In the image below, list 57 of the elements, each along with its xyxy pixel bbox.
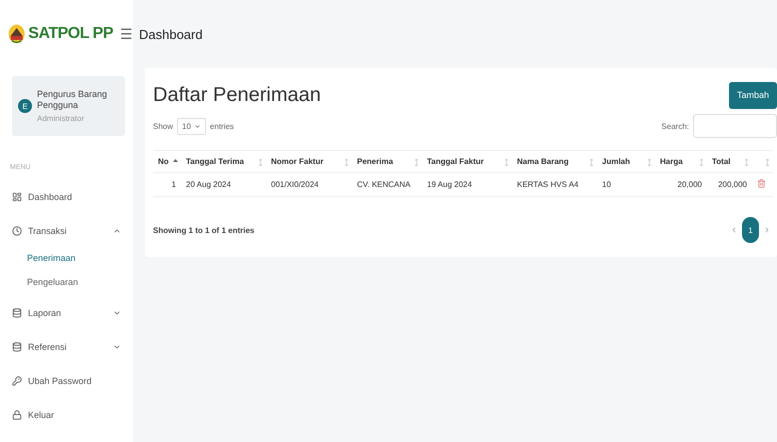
nav-item[interactable]: Referensi [0,339,133,355]
delete-icon[interactable] [757,179,766,188]
column-header[interactable]: Nomor Faktur [271,157,324,166]
nav-subitem[interactable]: Penerimaan [0,253,133,263]
table-cell: 200,000 [718,180,747,189]
add-button[interactable]: Tambah [728,82,777,108]
card-title: Daftar Penerimaan [153,84,321,106]
column-header[interactable]: Tanggal Faktur [427,157,484,166]
user-name: Pengurus Barang Pengguna [37,89,108,111]
brand-name: SATPOL PP [28,25,113,43]
entries-label: entries [210,122,234,130]
table-cell: 20,000 [678,180,702,189]
nav-label: Referensi [28,342,68,352]
column-header[interactable]: Penerima [357,157,394,166]
column-header[interactable]: Harga [660,157,683,166]
table-cell: 10 [602,180,611,189]
nav-item[interactable]: Transaksi [0,223,133,239]
column-header[interactable]: Total [712,157,731,166]
dashboard-icon [12,192,22,202]
key-icon [12,376,22,386]
column-header[interactable]: No [158,157,169,166]
nav-item[interactable]: Keluar [0,407,133,423]
table-cell: 1 [172,180,176,189]
nav-item[interactable]: Laporan [0,305,133,321]
database-icon [12,342,22,352]
clock-icon [12,226,22,236]
nav-label: Dashboard [28,192,74,202]
nav-label: Keluar [28,410,56,420]
page-size-select[interactable]: 10 [177,118,206,134]
column-header[interactable]: Jumlah [602,157,630,166]
chevron-down-icon [194,122,201,130]
table-cell: 19 Aug 2024 [427,180,472,189]
page-title: Dashboard [139,26,203,42]
lock-icon [12,410,22,420]
nav-label: Ubah Password [28,376,93,386]
page-button[interactable]: 1 [742,217,759,243]
search-label: Search: [661,122,689,130]
menu-toggle[interactable]: ☰ [120,26,133,42]
previous-page-icon[interactable] [730,226,738,234]
table-cell: 20 Aug 2024 [186,180,231,189]
database-icon [12,308,22,318]
nav-item[interactable]: Dashboard [0,189,133,205]
column-header[interactable]: Nama Barang [517,157,569,166]
search-field[interactable] [693,114,777,138]
table-cell: 001/XI0/2024 [271,180,319,189]
nav-subitem[interactable]: Pengeluaran [0,277,133,287]
user-avatar: E [18,99,32,113]
show-label: Show [153,122,174,130]
table-cell: KERTAS HVS A4 [517,180,579,189]
nav-label: Laporan [28,308,62,318]
table-info: Showing 1 to 1 of 1 entries [153,226,254,234]
column-header[interactable]: Tanggal Terima [186,157,244,166]
next-page-icon[interactable] [763,226,771,234]
table-cell: CV. KENCANA [357,180,410,189]
nav-item[interactable]: Ubah Password [0,373,133,389]
nav-label: Transaksi [28,226,68,236]
user-role: Administrator [37,114,86,123]
